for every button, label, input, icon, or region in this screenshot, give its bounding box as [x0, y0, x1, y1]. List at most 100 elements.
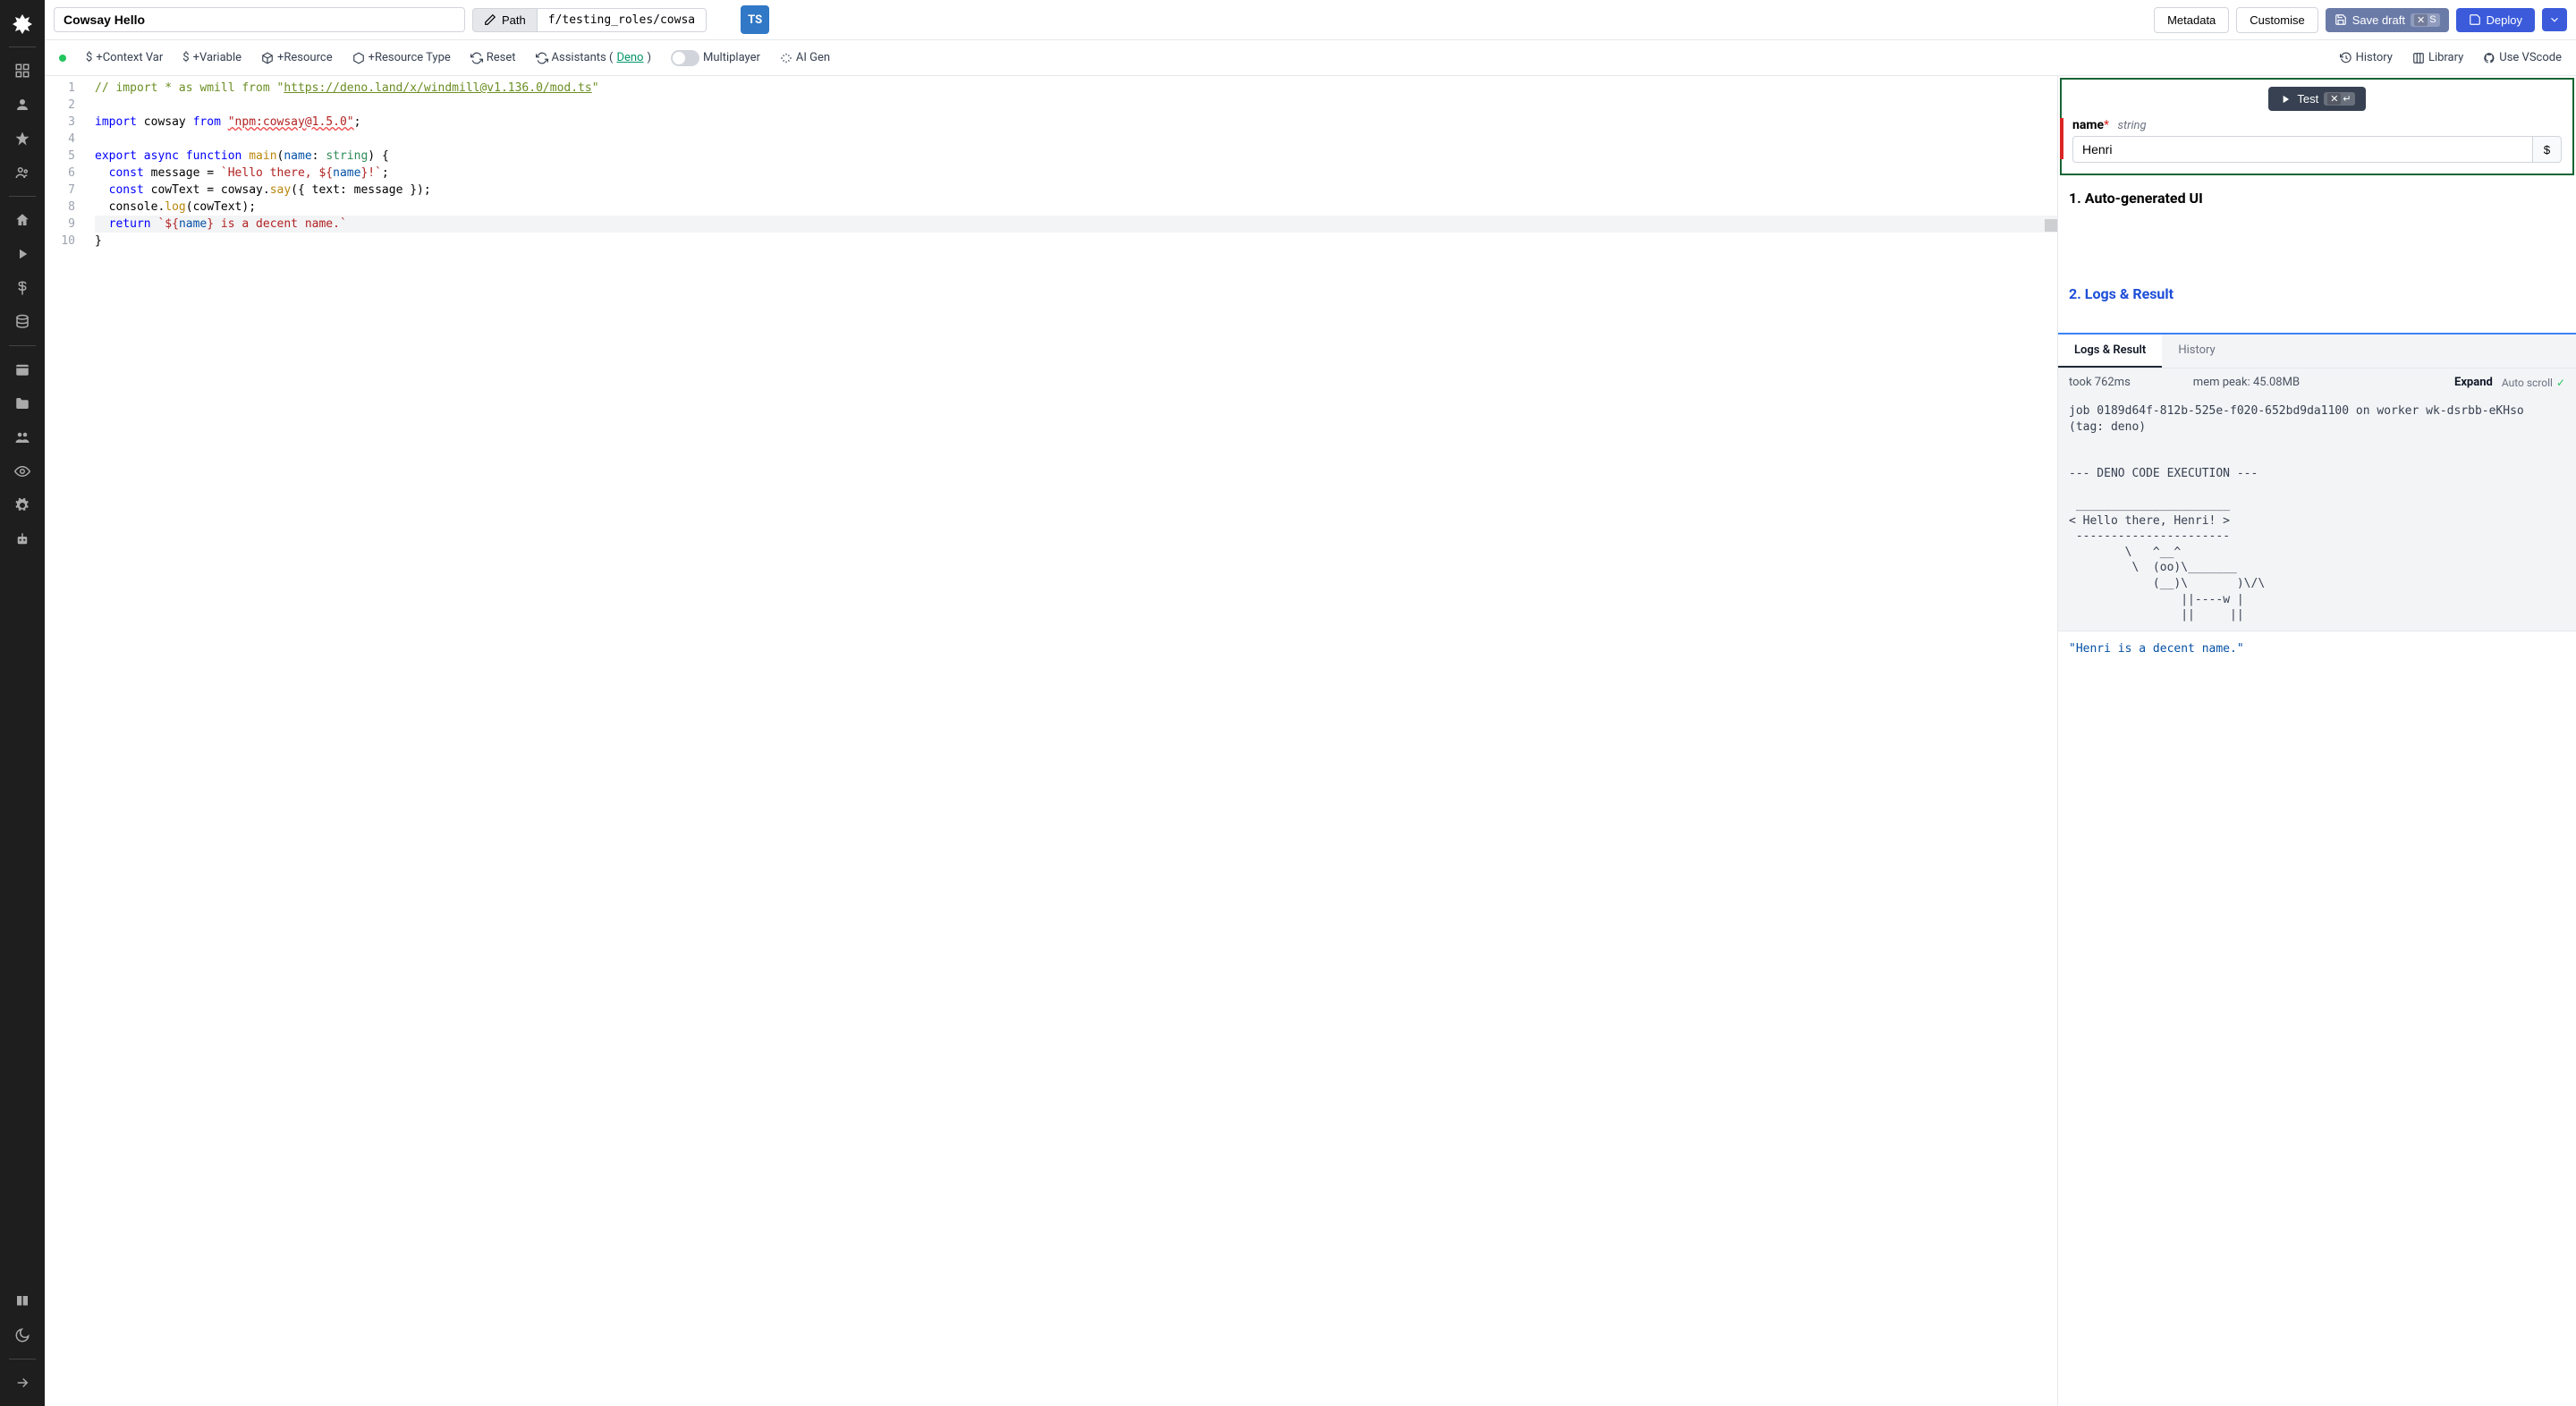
tab-logs-result[interactable]: Logs & Result: [2058, 335, 2162, 368]
sidebar-folder-icon[interactable]: [6, 387, 38, 419]
history-button[interactable]: History: [2340, 51, 2393, 64]
save-kbd-modifier: ✕: [2414, 14, 2428, 26]
library-button[interactable]: Library: [2412, 51, 2463, 64]
save-draft-button[interactable]: Save draft ✕S: [2326, 8, 2449, 32]
expand-button[interactable]: Expand: [2454, 376, 2493, 389]
log-output: job 0189d64f-812b-525e-f020-652bd9da1100…: [2058, 396, 2576, 631]
line-number: 4: [45, 131, 75, 148]
sidebar-eye-icon[interactable]: [6, 455, 38, 487]
check-icon: ✓: [2556, 377, 2565, 389]
customise-button[interactable]: Customise: [2236, 7, 2318, 33]
resource-type-button[interactable]: +Resource Type: [352, 51, 451, 64]
test-kbd-modifier: ✕: [2327, 93, 2341, 105]
refresh-icon: [536, 52, 548, 64]
history-label: History: [2356, 51, 2393, 64]
result-tabs: Logs & Result History: [2058, 333, 2576, 368]
sidebar-play-icon[interactable]: [6, 238, 38, 270]
variable-label: +Variable: [193, 51, 242, 64]
line-gutter: 1 2 3 4 5 6 7 8 9 10: [45, 76, 88, 1406]
sidebar-robot-icon[interactable]: [6, 523, 38, 555]
history-icon: [2340, 52, 2352, 64]
header: Path f/testing_roles/cowsa TS Metadata C…: [45, 0, 2576, 40]
path-button-label: Path: [502, 13, 526, 27]
tab-history[interactable]: History: [2162, 335, 2231, 368]
sidebar-grid-icon[interactable]: [6, 55, 38, 87]
context-var-button[interactable]: $ +Context Var: [86, 51, 163, 64]
deploy-button[interactable]: Deploy: [2456, 8, 2535, 32]
test-kbd-enter: ↵: [2343, 93, 2351, 105]
sidebar-db-icon[interactable]: [6, 306, 38, 338]
param-name-label: name: [2072, 118, 2104, 132]
line-number: 3: [45, 114, 75, 131]
multiplayer-toggle[interactable]: Multiplayer: [671, 50, 760, 66]
sidebar-dollar-icon[interactable]: [6, 272, 38, 304]
param-name-input[interactable]: [2072, 136, 2533, 163]
sidebar-book-icon[interactable]: [6, 1285, 38, 1317]
line-number: 2: [45, 97, 75, 114]
resource-label: +Resource: [277, 51, 333, 64]
param-type-label: string: [2118, 119, 2147, 132]
required-asterisk: *: [2104, 118, 2109, 132]
section-logs-title: 2. Logs & Result: [2058, 273, 2576, 306]
autoscroll-toggle[interactable]: Auto scroll ✓: [2502, 377, 2565, 389]
dollar-icon: $: [2544, 143, 2550, 157]
chevron-down-icon: [2548, 13, 2561, 26]
cube-icon: [261, 52, 274, 64]
multiplayer-label: Multiplayer: [703, 51, 760, 64]
sidebar-moon-icon[interactable]: [6, 1319, 38, 1351]
sidebar-calendar-icon[interactable]: [6, 353, 38, 385]
assistants-link[interactable]: Deno: [616, 51, 643, 64]
script-title-input[interactable]: [54, 7, 465, 32]
resource-button[interactable]: +Resource: [261, 51, 333, 64]
assistants-suffix: ): [647, 51, 651, 64]
sidebar-star-icon[interactable]: [6, 123, 38, 155]
code-body[interactable]: // import * as wmill from "https://deno.…: [88, 76, 2057, 1406]
dollar-icon: $: [182, 51, 189, 64]
variable-button[interactable]: $ +Variable: [182, 51, 242, 64]
metadata-button[interactable]: Metadata: [2154, 7, 2229, 33]
log-meta: took 762ms mem peak: 45.08MB Expand Auto…: [2058, 368, 2576, 396]
sidebar-group-icon[interactable]: [6, 421, 38, 453]
left-sidebar: [0, 0, 45, 1406]
reset-button[interactable]: Reset: [470, 51, 516, 64]
pencil-icon: [484, 13, 496, 26]
path-value: f/testing_roles/cowsa: [538, 8, 707, 32]
library-icon: [2412, 52, 2425, 64]
line-number: 1: [45, 80, 75, 97]
minimap-indicator[interactable]: [2045, 219, 2057, 232]
sidebar-users-icon[interactable]: [6, 157, 38, 189]
save-kbd-key: S: [2429, 14, 2436, 25]
github-icon: [2483, 52, 2496, 64]
autoscroll-label: Auto scroll: [2502, 377, 2553, 389]
sidebar-arrow-right-icon[interactable]: [6, 1367, 38, 1399]
test-button[interactable]: Test ✕↵: [2268, 87, 2365, 111]
required-indicator-icon: [2060, 118, 2063, 159]
refresh-icon: [470, 52, 483, 64]
use-vscode-label: Use VScode: [2499, 51, 2562, 64]
path-button[interactable]: Path: [472, 8, 538, 32]
ai-gen-label: AI Gen: [796, 51, 830, 64]
cube-icon: [352, 52, 365, 64]
toggle-icon[interactable]: [671, 50, 699, 66]
sidebar-user-icon[interactable]: [6, 89, 38, 121]
right-panel: Test ✕↵ name* string $ 1. Auto-g: [2057, 76, 2576, 1406]
line-number: 7: [45, 182, 75, 199]
ai-gen-button[interactable]: AI Gen: [780, 51, 830, 64]
deploy-dropdown-button[interactable]: [2542, 8, 2567, 31]
test-panel: Test ✕↵ name* string $: [2060, 78, 2574, 175]
log-duration: took 762ms: [2069, 376, 2131, 389]
logo-icon[interactable]: [6, 7, 38, 39]
context-var-label: +Context Var: [96, 51, 163, 64]
save-icon: [2469, 13, 2481, 26]
sidebar-gear-icon[interactable]: [6, 489, 38, 521]
sidebar-home-icon[interactable]: [6, 204, 38, 236]
deploy-label: Deploy: [2487, 13, 2522, 27]
line-number: 10: [45, 233, 75, 250]
code-editor[interactable]: 1 2 3 4 5 6 7 8 9 10 // import * as wmil…: [45, 76, 2057, 1406]
toolbar: $ +Context Var $ +Variable +Resource +Re…: [45, 40, 2576, 76]
use-vscode-button[interactable]: Use VScode: [2483, 51, 2562, 64]
assistants-button[interactable]: Assistants (Deno): [536, 51, 651, 64]
section-autogen-title: 1. Auto-generated UI: [2058, 177, 2576, 210]
line-number: 8: [45, 199, 75, 216]
param-variable-button[interactable]: $: [2533, 136, 2562, 163]
